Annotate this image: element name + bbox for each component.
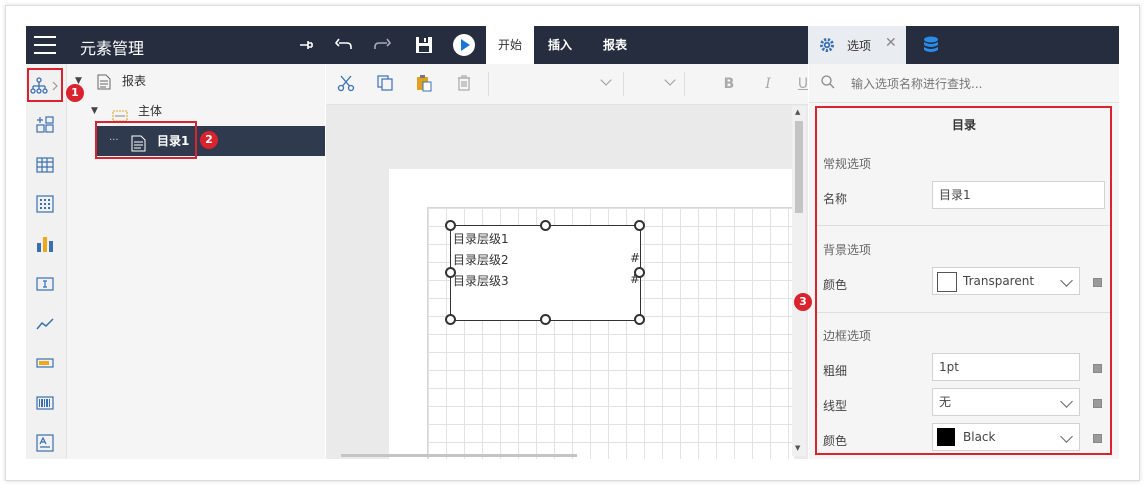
resize-handle[interactable] bbox=[445, 220, 456, 231]
textbox-icon[interactable] bbox=[36, 275, 54, 293]
resize-handle[interactable] bbox=[445, 314, 456, 325]
tab-options-label: 选项 bbox=[847, 39, 872, 53]
toc-level-2: 目录层级2 bbox=[453, 253, 509, 267]
toc-element[interactable]: 目录层级1 目录层级2 目录层级3 # # bbox=[450, 225, 641, 321]
font-size-chevron-icon[interactable] bbox=[664, 74, 676, 86]
edit-toolbar: B I U bbox=[326, 64, 808, 105]
app-title: 元素管理 bbox=[80, 39, 145, 58]
barcode-icon[interactable] bbox=[36, 394, 54, 412]
undo-icon[interactable] bbox=[334, 35, 354, 55]
copy-icon[interactable] bbox=[375, 74, 395, 94]
toolbar-divider bbox=[684, 72, 685, 96]
left-icon-bar bbox=[26, 64, 67, 459]
italic-button[interactable]: I bbox=[758, 74, 778, 94]
hamburger-menu-icon[interactable] bbox=[34, 36, 56, 54]
top-bar: 元素管理 开始 插入 报表 选项 ✕ bbox=[26, 26, 1119, 64]
highlight-box-3 bbox=[815, 106, 1112, 455]
resize-handle[interactable] bbox=[540, 314, 551, 325]
report-file-icon bbox=[97, 73, 111, 99]
bold-button[interactable]: B bbox=[719, 74, 739, 94]
step-badge-1: 1 bbox=[66, 84, 84, 102]
database-icon[interactable] bbox=[923, 36, 939, 57]
search-input[interactable] bbox=[849, 74, 1113, 94]
cut-icon[interactable] bbox=[336, 74, 356, 94]
option-search bbox=[809, 64, 1119, 103]
toolbar-divider bbox=[488, 72, 489, 96]
highlight-box-1 bbox=[27, 68, 63, 102]
search-icon bbox=[821, 75, 835, 92]
tree-item-report[interactable]: ▼ 报表 bbox=[67, 68, 325, 94]
tab-start[interactable]: 开始 bbox=[486, 26, 534, 64]
report-page[interactable]: 目录层级1 目录层级2 目录层级3 # # bbox=[389, 169, 795, 459]
resize-handle[interactable] bbox=[634, 267, 645, 278]
resize-handle[interactable] bbox=[445, 267, 456, 278]
report-editor: B I U 目录层级1 目录层级2 目录层级3 # # ▲ ▼ bbox=[326, 64, 808, 459]
toolbar-divider bbox=[623, 72, 624, 96]
redo-icon[interactable] bbox=[372, 35, 392, 55]
rich-text-icon[interactable] bbox=[36, 434, 54, 452]
resize-handle[interactable] bbox=[634, 314, 645, 325]
highlight-box-2 bbox=[95, 121, 197, 159]
scrollbar-thumb[interactable] bbox=[795, 121, 803, 213]
underline-button[interactable]: U bbox=[796, 74, 810, 94]
toc-level-1: 目录层级1 bbox=[453, 232, 509, 246]
toc-page-number: # bbox=[629, 251, 640, 265]
tree-item-label: 报表 bbox=[122, 74, 147, 88]
toc-level-3: 目录层级3 bbox=[453, 274, 509, 288]
tab-report[interactable]: 报表 bbox=[603, 26, 627, 64]
pin-icon[interactable] bbox=[296, 35, 316, 55]
table-icon[interactable] bbox=[36, 156, 54, 174]
delete-icon[interactable] bbox=[454, 74, 474, 94]
right-panel-tabs: 选项 ✕ bbox=[808, 26, 1119, 64]
step-badge-3: 3 bbox=[794, 293, 812, 311]
progress-bar-icon[interactable] bbox=[36, 354, 54, 372]
paste-icon[interactable] bbox=[414, 74, 434, 94]
tab-insert[interactable]: 插入 bbox=[548, 26, 572, 64]
step-badge-2: 2 bbox=[200, 131, 218, 149]
play-icon[interactable] bbox=[452, 33, 476, 57]
resize-handle[interactable] bbox=[540, 220, 551, 231]
horizontal-scrollbar[interactable] bbox=[341, 454, 577, 457]
matrix-icon[interactable] bbox=[36, 195, 54, 213]
save-icon[interactable] bbox=[414, 35, 434, 55]
vertical-scrollbar[interactable]: ▲ ▼ bbox=[792, 106, 806, 456]
bar-chart-icon[interactable] bbox=[36, 235, 54, 253]
scroll-up-icon[interactable]: ▲ bbox=[795, 108, 800, 116]
close-icon[interactable]: ✕ bbox=[885, 35, 897, 51]
scroll-down-icon[interactable]: ▼ bbox=[795, 444, 800, 452]
gear-icon bbox=[819, 37, 835, 56]
line-chart-icon[interactable] bbox=[36, 315, 54, 333]
resize-handle[interactable] bbox=[634, 220, 645, 231]
tab-options[interactable]: 选项 ✕ bbox=[808, 26, 906, 64]
font-family-chevron-icon[interactable] bbox=[600, 74, 612, 86]
component-grid-icon[interactable] bbox=[36, 116, 54, 134]
